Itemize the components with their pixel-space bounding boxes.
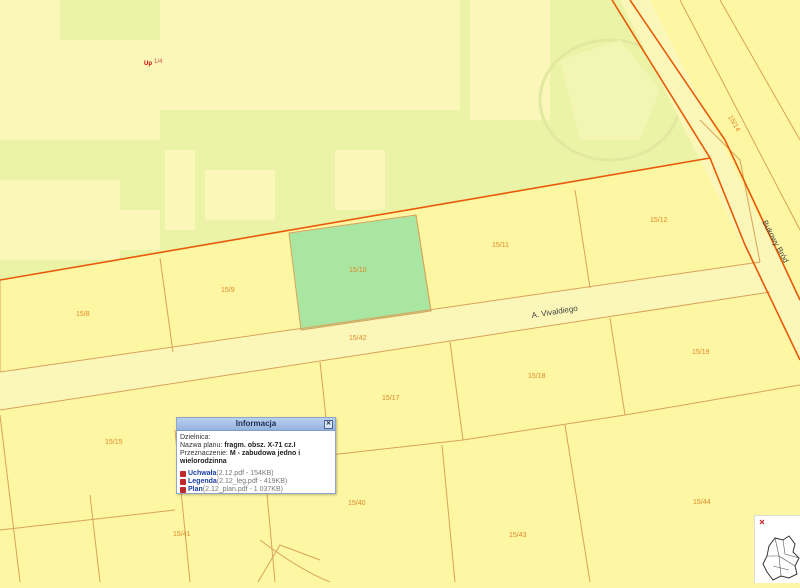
info-popup: Informacja ✕ Dzielnica: Nazwa planu: fra… (176, 417, 336, 494)
overview-map[interactable] (754, 515, 800, 583)
parcel-label: 15/17 (382, 395, 400, 402)
close-button[interactable]: ✕ (324, 420, 333, 429)
parcel-label: 15/12 (650, 217, 668, 224)
parcel-label: 15/19 (692, 349, 710, 356)
document-meta: (2.12_leg.pdf - 419KB) (216, 478, 288, 485)
document-item: Legenda (2.12_leg.pdf - 419KB) (180, 478, 332, 486)
plan-value: fragm. obsz. X-71 cz.I (224, 442, 296, 449)
popup-title: Informacja (235, 419, 277, 428)
purpose-label: Przeznaczenie: (180, 450, 228, 457)
purpose-row: Przeznaczenie: M - zabudowa jedno i wiel… (180, 450, 332, 466)
document-item: Plan (2.12_plan.pdf - 1 037KB) (180, 486, 332, 494)
parcel-label: 15/41 (173, 531, 191, 538)
plan-label: Nazwa planu: (180, 442, 223, 449)
parcel-label: 15/11 (492, 242, 509, 249)
parcel-label: 15/40 (348, 500, 366, 507)
parcel-label: 15/44 (693, 499, 711, 506)
overview-close-icon[interactable] (759, 519, 765, 525)
zone-sub-label: 1/4 (154, 59, 163, 65)
parcel-label: 15/42 (349, 335, 367, 342)
district-label: Dzielnica: (180, 434, 211, 441)
document-link-legenda[interactable]: Legenda (188, 478, 217, 486)
pdf-icon (180, 487, 186, 493)
pdf-icon (180, 479, 186, 485)
popup-header: Informacja ✕ (177, 418, 335, 431)
parcel-label: 15/9 (221, 287, 235, 294)
document-link-uchwala[interactable]: Uchwała (188, 470, 216, 478)
document-item: Uchwała (2.12.pdf - 154KB) (180, 470, 332, 478)
zone-label: Up (144, 61, 152, 67)
document-meta: (2.12.pdf - 154KB) (216, 470, 274, 477)
parcel-label: 15/43 (509, 532, 527, 539)
parcel-label: 15/18 (528, 373, 546, 380)
popup-body: Dzielnica: Nazwa planu: fragm. obsz. X-7… (177, 431, 335, 494)
document-meta: (2.12_plan.pdf - 1 037KB) (202, 486, 283, 493)
overview-map-graphic (759, 519, 800, 581)
document-link-plan[interactable]: Plan (188, 486, 203, 494)
district-row: Dzielnica: (180, 434, 332, 442)
parcel-label: 15/8 (76, 311, 90, 318)
pdf-icon (180, 471, 186, 477)
plan-row: Nazwa planu: fragm. obsz. X-71 cz.I (180, 442, 332, 450)
document-list: Uchwała (2.12.pdf - 154KB) Legenda (2.12… (180, 470, 332, 494)
parcel-label: 15/10 (349, 267, 367, 274)
parcel-label: 15/15 (105, 439, 123, 446)
map-canvas[interactable]: Up 1/4 15/8 15/9 15/10 15/11 15/12 15/42… (0, 0, 800, 582)
